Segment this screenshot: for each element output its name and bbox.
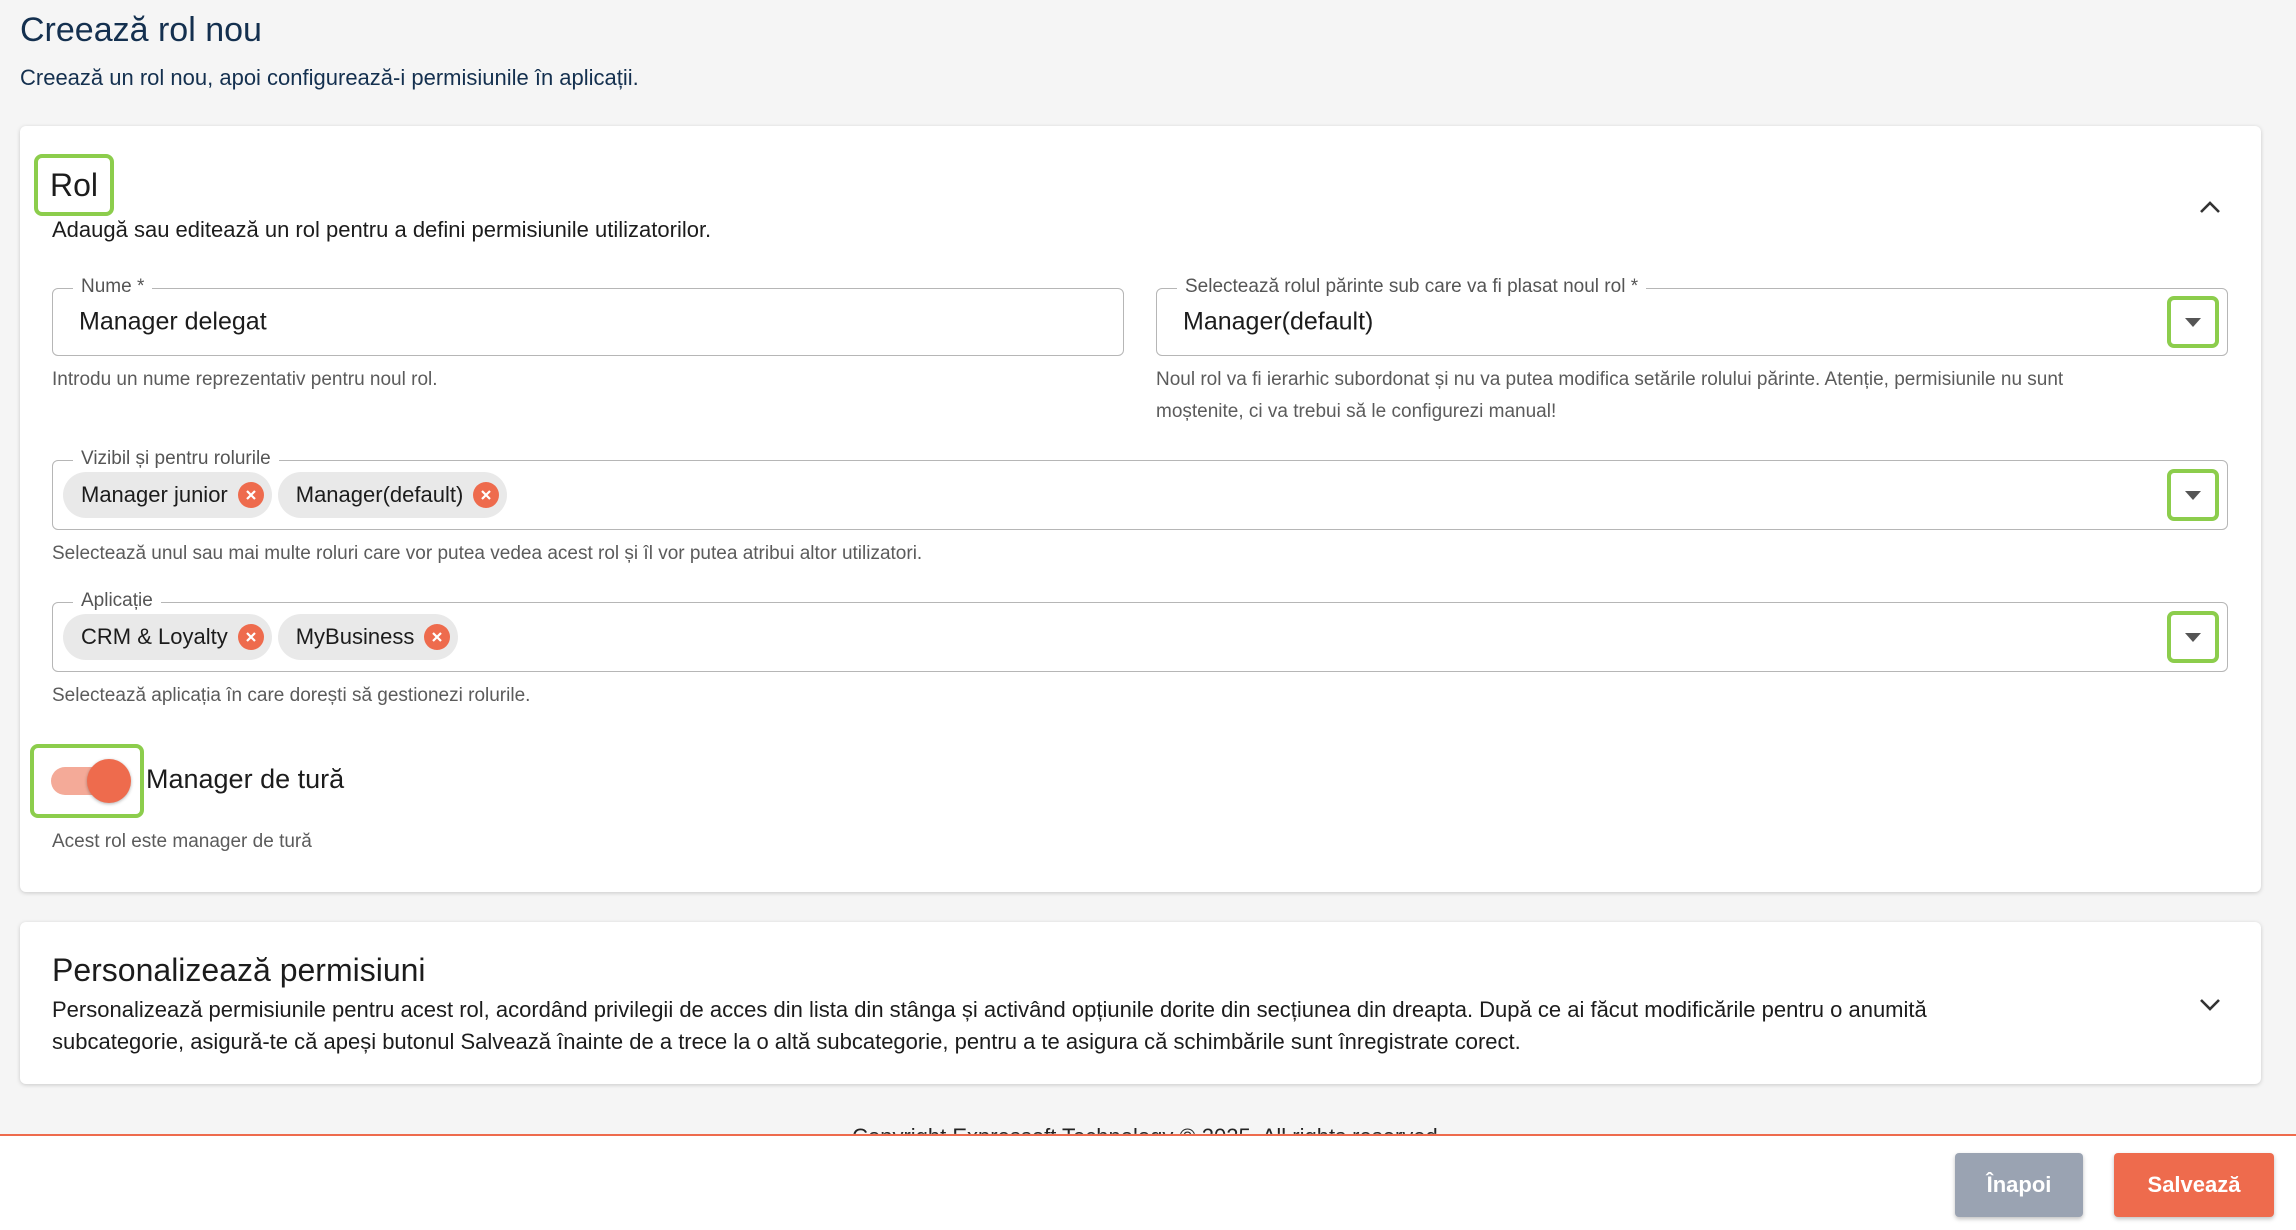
save-button[interactable]: Salvează	[2114, 1153, 2274, 1217]
parent-role-helper-line1: Noul rol va fi ierarhic subordonat și nu…	[1156, 369, 2064, 390]
name-field-value: Manager delegat	[79, 307, 267, 336]
chip-label: Manager junior	[81, 482, 228, 507]
toggle-track	[51, 759, 131, 803]
footer-bar	[0, 1136, 2296, 1230]
visible-roles-dropdown-button[interactable]	[2167, 469, 2219, 521]
back-button[interactable]: Înapoi	[1955, 1153, 2083, 1217]
application-dropdown-button[interactable]	[2167, 611, 2219, 663]
parent-role-dropdown-button[interactable]	[2167, 296, 2219, 348]
name-field-label: Nume *	[73, 275, 153, 299]
remove-chip-icon[interactable]	[237, 482, 264, 508]
chip-label: Manager(default)	[295, 482, 464, 507]
application-helper: Selectează aplicația în care dorești să …	[52, 685, 531, 706]
page-header: Creează rol nou Creează un rol nou, apoi…	[20, 10, 639, 92]
permissions-description-line2: subcategorie, asigură-te că apeși butonu…	[52, 1029, 1521, 1054]
chip-visible-role: Manager junior	[63, 472, 272, 518]
name-field[interactable]: Nume * Manager delegat	[52, 275, 1124, 356]
page-title: Creează rol nou	[20, 11, 262, 49]
permissions-description-line1: Personalizează permisiunile pentru acest…	[52, 997, 1927, 1022]
remove-chip-icon[interactable]	[473, 482, 500, 508]
collapse-chevron-up-icon[interactable]	[2197, 194, 2223, 220]
visible-roles-label: Vizibil și pentru rolurile	[73, 447, 279, 471]
application-chips: CRM & Loyalty MyBusiness	[63, 614, 459, 660]
parent-role-helper-line2: moștenite, ci va trebui să le configurez…	[1156, 401, 1557, 422]
parent-role-select[interactable]: Selectează rolul părinte sub care va fi …	[1156, 275, 2228, 356]
visible-roles-select[interactable]: Vizibil și pentru rolurile Manager junio…	[52, 447, 2228, 530]
toggle-thumb	[87, 759, 131, 803]
caret-down-icon	[2185, 490, 2201, 500]
page-subtitle: Creează un rol nou, apoi configurează-i …	[20, 65, 639, 90]
shift-manager-helper: Acest rol este manager de tură	[52, 831, 312, 852]
chip-application: CRM & Loyalty	[63, 614, 272, 660]
parent-role-value: Manager(default)	[1183, 307, 1374, 336]
role-section-title: Rol	[33, 154, 115, 216]
remove-chip-icon[interactable]	[424, 624, 451, 650]
permissions-section-title: Personalizează permisiuni	[52, 952, 426, 988]
chip-label: MyBusiness	[295, 624, 415, 649]
caret-down-icon	[2185, 632, 2201, 642]
application-label: Aplicație	[73, 589, 161, 613]
role-section-description: Adaugă sau editează un rol pentru a defi…	[52, 217, 712, 242]
visible-roles-chips: Manager junior Manager(default)	[63, 472, 508, 518]
application-select[interactable]: Aplicație CRM & Loyalty MyBusiness	[52, 589, 2228, 672]
shift-manager-toggle[interactable]	[30, 744, 144, 818]
remove-chip-icon[interactable]	[237, 624, 264, 650]
parent-role-label: Selectează rolul părinte sub care va fi …	[1177, 275, 1647, 299]
permissions-card[interactable]: Personalizează permisiuni Personalizează…	[20, 922, 2261, 1084]
expand-chevron-down-icon[interactable]	[2197, 992, 2223, 1018]
chip-application: MyBusiness	[277, 614, 459, 660]
caret-down-icon	[2185, 317, 2201, 327]
chip-label: CRM & Loyalty	[81, 624, 228, 649]
shift-manager-label: Manager de tură	[146, 764, 345, 794]
chip-visible-role: Manager(default)	[277, 472, 508, 518]
name-field-helper: Introdu un nume reprezentativ pentru nou…	[52, 369, 438, 390]
visible-roles-helper: Selectează unul sau mai multe roluri car…	[52, 543, 923, 564]
role-card: Rol Adaugă sau editează un rol pentru a …	[20, 126, 2261, 892]
